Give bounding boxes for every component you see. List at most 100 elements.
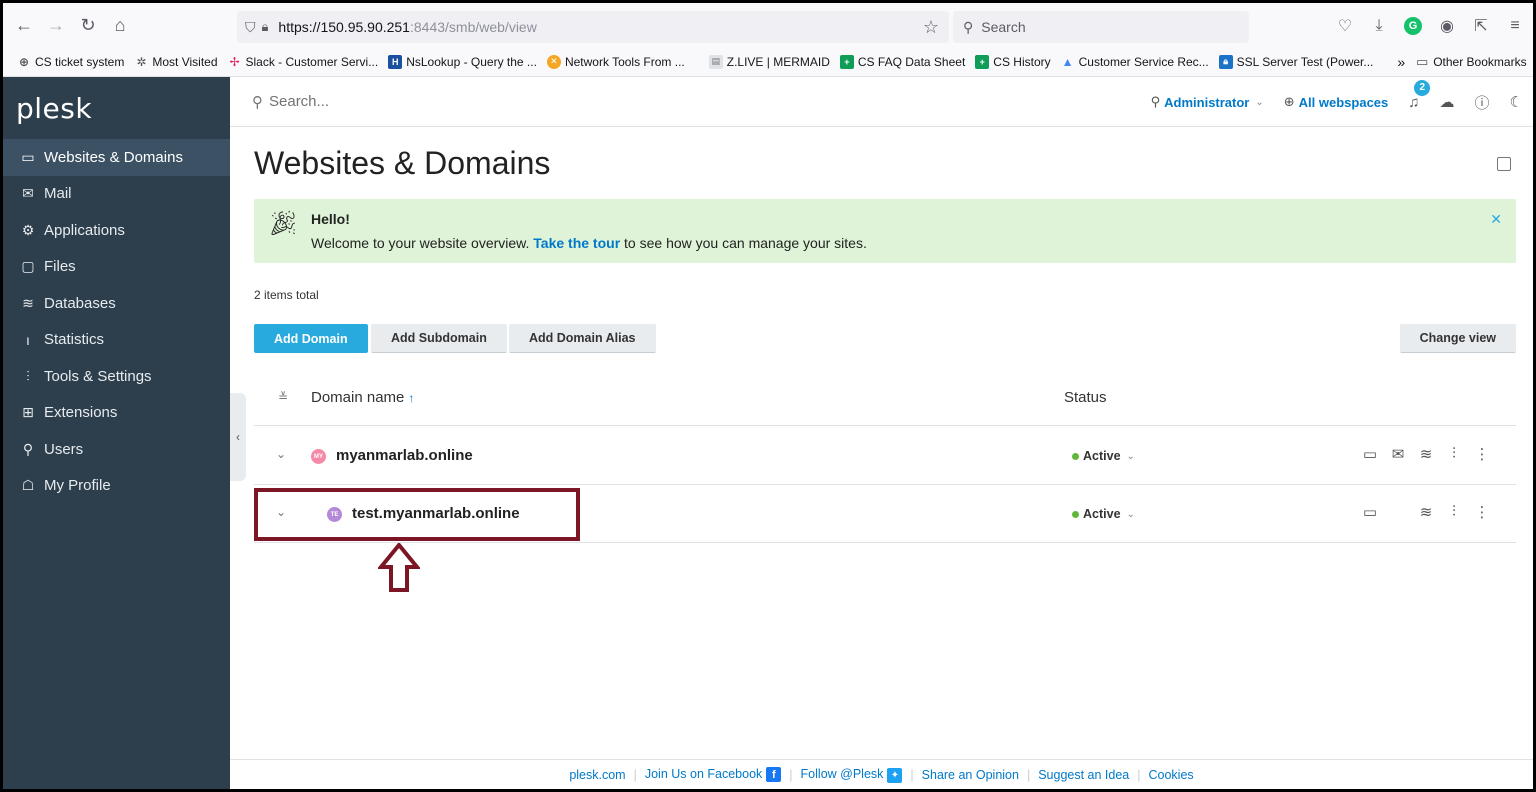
sheets-icon: + [839,54,854,69]
bookmark-item[interactable]: H NsLookup - Query the ... [384,54,541,69]
add-domain-button[interactable]: Add Domain [254,324,368,353]
plesk-logo[interactable]: plesk [3,77,230,139]
database-icon[interactable]: ≋ [1412,445,1440,463]
folder-icon[interactable]: ▭ [1356,445,1384,463]
chevron-down-icon: ⌄ [1255,96,1264,108]
chart-icon: ı [26,331,30,348]
footer-link-idea[interactable]: Suggest an Idea [1038,768,1129,782]
footer: plesk.com | Join Us on Facebook f | Follow … [230,759,1533,789]
sliders-icon[interactable]: ⫶ [1440,503,1468,521]
bookmark-item[interactable]: ▤ Z.LIVE | MERMAID [705,54,834,69]
url-text[interactable]: https://150.95.90.251:8443/smb/web/view [278,19,536,35]
bookmark-item[interactable]: ▭ Other Bookmarks [1411,54,1530,69]
sidebar-item-label: Tools & Settings [44,367,152,385]
menu-icon[interactable]: ≡ [1503,14,1527,38]
status-badge[interactable]: Active ⌄ [1072,449,1135,463]
gear-icon: ⚙ [21,221,35,238]
nslookup-icon: H [388,54,403,69]
user-icon: ⚲ [1150,94,1161,109]
back-icon[interactable]: ← [9,10,39,40]
bookmark-item[interactable]: ✢ Slack - Customer Servi... [224,55,383,69]
bookmark-item[interactable]: ▲ Customer Service Rec... [1057,55,1213,69]
sidebar-item-applications[interactable]: ⚙ Applications [3,212,230,249]
sliders-icon: ⫶ [26,367,30,384]
lock-icon[interactable]: 🔒︎ [262,19,269,35]
sidebar-item-my-profile[interactable]: ☖ My Profile [3,468,230,505]
sidebar-item-users[interactable]: ⚲ Users [3,431,230,468]
close-icon[interactable]: ✕ [1490,211,1502,228]
download-icon[interactable]: ⤓ [1367,14,1391,38]
more-options-icon[interactable]: ⋮ [1468,503,1496,521]
dark-mode-moon-icon[interactable]: ☾ [1510,93,1523,111]
footer-link-opinion[interactable]: Share an Opinion [922,768,1019,782]
help-icon[interactable]: ⓘ [1475,92,1490,113]
sidebar-item-extensions[interactable]: ⊞ Extensions [3,395,230,432]
bookmark-item[interactable]: + CS History [971,54,1054,69]
bookmark-item[interactable]: ✲ Most Visited [130,55,221,69]
database-icon[interactable]: ≋ [1412,503,1440,521]
bookmark-item[interactable]: ✕ Network Tools From ... [543,54,689,69]
bookmark-star-icon[interactable]: ☆ [923,17,939,38]
cloud-off-icon[interactable]: ☁ [1440,93,1455,111]
welcome-text: Welcome to your website overview. Take t… [311,235,867,251]
page-icon: ▤ [708,54,723,69]
add-domain-alias-button[interactable]: Add Domain Alias [509,324,656,353]
panel-toggle-icon[interactable] [1497,157,1511,171]
chevron-down-icon: ⌄ [1126,450,1135,462]
domain-name-link[interactable]: myanmarlab.online [336,447,473,464]
bookmark-item[interactable]: ⊕ CS ticket system [13,55,128,69]
sidebar-item-statistics[interactable]: ı Statistics [3,322,230,359]
forward-icon[interactable]: → [41,10,71,40]
annotation-highlight-box [254,488,580,541]
shield-icon[interactable]: ⛉ [245,19,256,36]
folder-icon[interactable]: ▭ [1356,503,1384,521]
sidebar-item-label: Extensions [44,404,118,422]
more-options-icon[interactable]: ⋮ [1468,445,1496,463]
user-menu[interactable]: ⚲ Administrator ⌄ [1151,94,1264,110]
mail-icon: ✉ [22,185,34,202]
sidebar-item-tools-settings[interactable]: ⫶ Tools & Settings [3,358,230,395]
search-icon: ⚲ [963,18,974,35]
sidebar-item-files[interactable]: ▢ Files [3,249,230,286]
url-bar[interactable]: ⛉ 🔒︎ https://150.95.90.251:8443/smb/web/… [237,11,949,43]
notification-badge: 2 [1414,79,1431,96]
bookmark-item[interactable]: 🔒︎ SSL Server Test (Power... [1215,54,1378,69]
webspaces-menu[interactable]: ⊕ All webspaces [1284,94,1389,110]
welcome-title: Hello! [311,211,350,227]
footer-link-plesk[interactable]: plesk.com [569,768,625,782]
globe-icon: ⊕ [18,54,30,69]
sidebar-item-websites-domains[interactable]: ▭ Websites & Domains [3,139,230,176]
change-view-button[interactable]: Change view [1399,324,1516,353]
status-badge[interactable]: Active ⌄ [1072,507,1135,521]
chevron-down-icon[interactable]: ⌄ [276,447,286,461]
bookmark-item[interactable]: + CS FAQ Data Sheet [836,54,969,69]
mail-icon[interactable]: ✉ [1384,445,1412,463]
footer-link-facebook[interactable]: Join Us on Facebook f [645,767,782,783]
sort-ascending-icon: ↑ [408,391,415,405]
take-tour-link[interactable]: Take the tour [533,235,620,251]
sliders-icon[interactable]: ⫶ [1440,445,1468,463]
sidebar-item-label: Applications [44,221,125,239]
plesk-search-input[interactable]: ⚲ Search... [252,93,329,111]
sidebar-item-databases[interactable]: ≋ Databases [3,285,230,322]
expand-all-icon[interactable]: ≚ [278,390,288,404]
footer-link-cookies[interactable]: Cookies [1149,768,1194,782]
grammarly-icon[interactable]: G [1401,14,1425,38]
pocket-icon[interactable]: ♡ [1333,14,1357,38]
footer-link-twitter[interactable]: Follow @Plesk ✦ [801,767,903,783]
extension-icon[interactable]: ◉ [1435,14,1459,38]
browser-search-input[interactable]: ⚲ Search [953,11,1249,43]
database-icon: ≋ [22,294,34,311]
more-bookmarks-chevron-icon[interactable]: » [1393,54,1409,70]
domain-avatar: MY [311,449,326,464]
reload-icon[interactable]: ↻ [73,10,103,40]
add-subdomain-button[interactable]: Add Subdomain [371,324,507,353]
table-row[interactable]: ⌄ MY myanmarlab.online Active ⌄ ▭ ✉ ≋ ⫶ ⋮ [254,427,1516,485]
domain-name-column-header[interactable]: Domain name ↑ [311,389,414,406]
sidebar-item-mail[interactable]: ✉ Mail [3,176,230,213]
home-icon[interactable]: ⌂ [105,10,135,40]
annotation-up-arrow-icon [378,543,420,592]
share-icon[interactable]: ⇱ [1469,14,1493,38]
facebook-icon: f [766,767,782,783]
notifications-bell-icon[interactable]: ♫ 2 [1408,79,1431,111]
